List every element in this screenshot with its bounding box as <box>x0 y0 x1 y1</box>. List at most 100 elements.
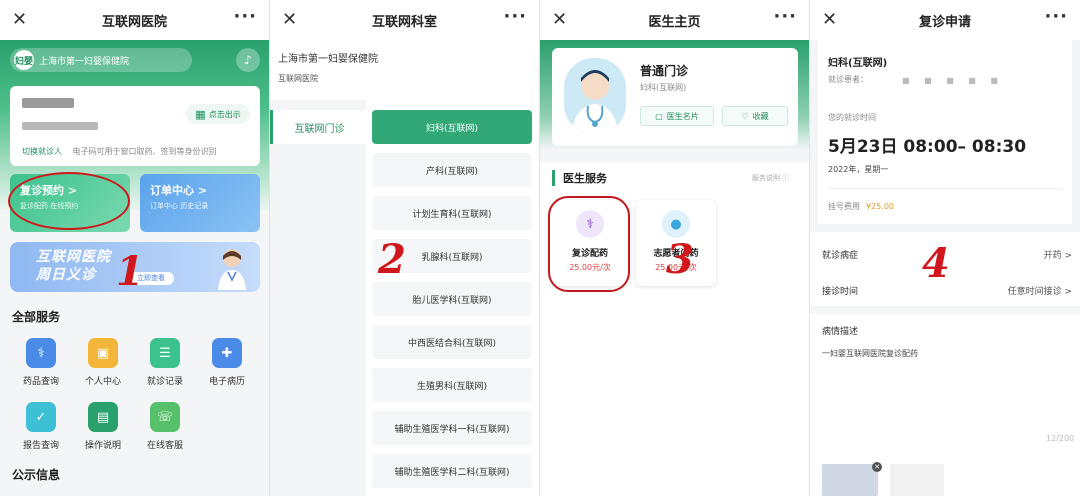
service-medical-record[interactable]: ✚ 电子病历 <box>196 338 258 402</box>
favorite-button[interactable]: ♡ 收藏 <box>722 106 788 126</box>
page-title: 复诊申请 <box>918 14 971 30</box>
top-bar: ✕ 互联网医院 ··· <box>0 0 269 40</box>
consult-time-value: 任意时间接诊 > <box>1007 287 1072 297</box>
panel-hospital-home: ✕ 互联网医院 ··· 妇婴 上海市第一妇婴保健院 ♪ ▦ 点击出示 切换就诊人… <box>0 0 270 496</box>
doctor-card-button[interactable]: ▢ 医生名片 <box>640 106 714 126</box>
category-sidebar <box>270 100 366 496</box>
bell-icon[interactable]: ♪ <box>236 48 260 72</box>
patient-name-redacted <box>22 98 74 108</box>
chat-bubble-icon: ● <box>662 210 690 238</box>
step-number-1: 1 <box>116 248 144 295</box>
description-input[interactable]: 一妇婴互联网医院复诊配药 <box>822 348 918 359</box>
card-icon: ▢ <box>655 111 663 121</box>
tile-title: 订单中心 > <box>150 184 208 197</box>
time-label: 您的就诊时间 <box>828 113 876 122</box>
hospital-subtitle: 互联网医院 <box>278 74 318 83</box>
hospital-selector[interactable]: 妇婴 上海市第一妇婴保健院 <box>10 48 192 72</box>
fee-label: 挂号费用 <box>828 202 860 211</box>
sidebar-item-online-clinic[interactable]: 互联网门诊 <box>270 110 366 144</box>
close-icon[interactable]: ✕ <box>822 9 837 30</box>
department-item[interactable]: 辅助生殖医学科二科(互联网) <box>372 454 532 488</box>
close-icon[interactable]: ✕ <box>12 9 27 30</box>
report-icon: ✓ <box>26 402 56 432</box>
more-icon[interactable]: ··· <box>503 6 527 27</box>
char-counter: 12/200 <box>1046 434 1075 443</box>
switch-patient-button[interactable]: 切换就诊人 <box>22 147 62 156</box>
appointment-date: 2022年，星期一 <box>828 165 889 174</box>
order-center-tile[interactable]: 订单中心 > 订单中心 历史记录 <box>140 174 260 232</box>
switch-note: 电子码可用于窗口取药、签到等身份识别 <box>72 147 217 156</box>
manual-icon: ▤ <box>88 402 118 432</box>
panel-doctor-home: ✕ 医生主页 ··· 普通门诊 妇科(互联网) ▢ 医生名片 ♡ 收藏 医生服务… <box>540 0 810 496</box>
service-headset[interactable]: ☏ 在线客服 <box>134 402 196 466</box>
doctor-card: 普通门诊 妇科(互联网) ▢ 医生名片 ♡ 收藏 <box>552 48 798 146</box>
highlight-circle <box>8 172 130 230</box>
qr-code-icon: ▦ <box>195 107 206 121</box>
service-report[interactable]: ✓ 报告查询 <box>10 402 72 466</box>
service-manual[interactable]: ▤ 操作说明 <box>72 402 134 466</box>
step-number-4: 4 <box>922 240 950 287</box>
services-grid: ⚕ 药品查询 ▣ 个人中心 ☰ 就诊记录 ✚ 电子病历 ✓ 报告查询 ▤ 操作说明 ☏ 在线客服 <box>10 338 260 466</box>
patient-id-redacted <box>22 122 98 130</box>
appointment-time: 5月23日 08:00– 08:30 <box>828 137 1027 157</box>
department-item[interactable]: 中西医结合科(互联网) <box>372 325 532 359</box>
panel-followup-application: ✕ 复诊申请 ··· 妇科(互联网) 就诊患者： ■ ■ ■ ■ ■ 您的就诊时… <box>810 0 1080 496</box>
more-icon[interactable]: ··· <box>1044 6 1068 27</box>
page-title: 互联网医院 <box>101 14 167 30</box>
doctor-avatar <box>564 58 626 134</box>
tile-subtitle: 订单中心 历史记录 <box>150 202 209 210</box>
department-item[interactable]: 辅助生殖医学科一科(互联网) <box>372 411 532 445</box>
section-title: 医生服务 <box>552 170 607 186</box>
service-id-card[interactable]: ▣ 个人中心 <box>72 338 134 402</box>
service-label: 药品查询 <box>22 377 59 387</box>
page-title: 医生主页 <box>648 14 701 30</box>
service-record[interactable]: ☰ 就诊记录 <box>134 338 196 402</box>
remove-image-icon[interactable]: ✕ <box>872 462 882 472</box>
divider <box>828 188 1062 189</box>
fee-row: 挂号费用 ¥25.00 <box>828 201 894 212</box>
description-label: 病情描述 <box>822 327 859 337</box>
heart-icon: ♡ <box>741 111 749 121</box>
all-services-heading: 全部服务 <box>12 310 61 324</box>
condition-value: 开药 > <box>1043 251 1072 261</box>
more-icon[interactable]: ··· <box>773 6 797 27</box>
close-icon[interactable]: ✕ <box>282 9 297 30</box>
show-qr-button[interactable]: ▦ 点击出示 <box>186 104 250 124</box>
department-item[interactable]: 产科(互联网) <box>372 153 532 187</box>
service-label: 在线客服 <box>146 441 183 451</box>
department-item[interactable]: 妇科(互联网) <box>372 110 532 144</box>
highlight-circle <box>548 196 630 292</box>
step-number-2: 2 <box>378 236 406 283</box>
uploaded-image-thumbnail[interactable] <box>822 464 878 496</box>
patient-name-redacted: ■ ■ ■ ■ ■ <box>902 76 1004 85</box>
more-icon[interactable]: ··· <box>233 6 257 27</box>
headset-icon: ☏ <box>150 402 180 432</box>
show-qr-label: 点击出示 <box>208 109 241 119</box>
step-number-3: 3 <box>666 236 694 283</box>
top-bar: ✕ 复诊申请 ··· <box>810 0 1080 40</box>
department-item[interactable]: 计划生育科(互联网) <box>372 196 532 230</box>
medical-record-icon: ✚ <box>212 338 242 368</box>
add-image-slot[interactable] <box>890 464 944 496</box>
appointment-summary-card: 妇科(互联网) 就诊患者： ■ ■ ■ ■ ■ 您的就诊时间 5月23日 08:… <box>818 40 1072 224</box>
hospital-logo-icon: 妇婴 <box>14 50 34 70</box>
service-pill-search[interactable]: ⚕ 药品查询 <box>10 338 72 402</box>
nurse-illustration <box>218 249 246 290</box>
banner-title: 互联网医院 周日义诊 <box>36 249 111 283</box>
hospital-name: 上海市第一妇婴保健院 <box>278 54 378 65</box>
service-info-link[interactable]: 服务说明 ⓘ <box>752 173 789 183</box>
service-label: 电子病历 <box>208 377 245 387</box>
top-bar: ✕ 互联网科室 ··· <box>270 0 539 40</box>
doctor-name: 普通门诊 <box>640 64 689 78</box>
close-icon[interactable]: ✕ <box>552 9 567 30</box>
department-item[interactable]: 胎儿医学科(互联网) <box>372 282 532 316</box>
service-label: 操作说明 <box>84 441 121 451</box>
record-icon: ☰ <box>150 338 180 368</box>
top-bar: ✕ 医生主页 ··· <box>540 0 809 40</box>
department-item[interactable]: 生殖男科(互联网) <box>372 368 532 402</box>
service-label: 就诊记录 <box>146 377 183 387</box>
department-name: 妇科(互联网) <box>828 58 888 69</box>
pill-search-icon: ⚕ <box>26 338 56 368</box>
patient-label: 就诊患者： <box>828 75 868 84</box>
fee-value: ¥25.00 <box>866 202 894 211</box>
